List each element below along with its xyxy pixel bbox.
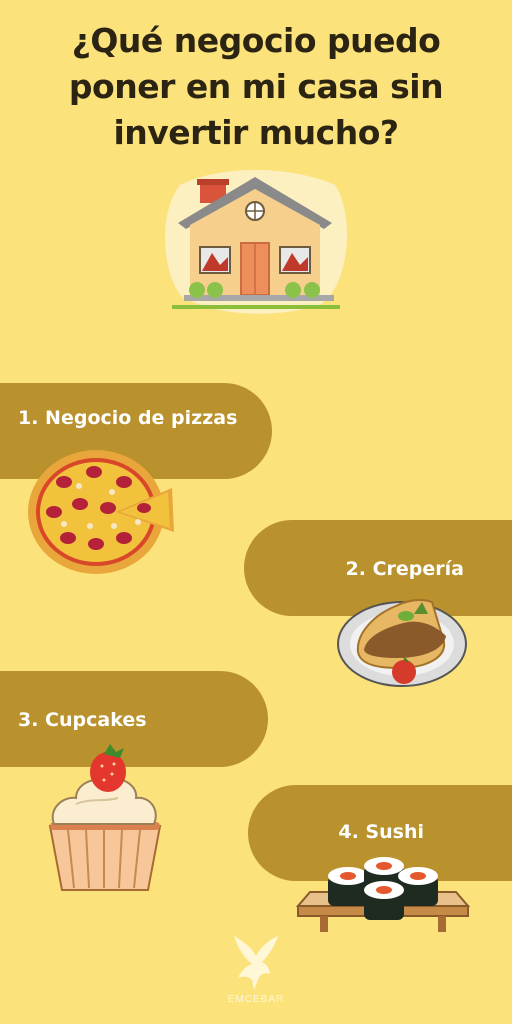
title-line-2: poner en mi casa sin (68, 67, 444, 106)
house-icon (165, 170, 347, 314)
sushi-icon (295, 857, 471, 932)
item-pizza-label: 1. Negocio de pizzas (18, 407, 238, 429)
pizza-icon (28, 450, 174, 574)
cupcake-icon (48, 744, 162, 891)
title-line-1: ¿Qué negocio puedo (71, 21, 441, 60)
crepe-icon (337, 598, 467, 687)
item-cupcakes-label: 3. Cupcakes (18, 709, 147, 731)
eagle-icon (234, 936, 278, 990)
brand-name: EMCEBAR (227, 994, 285, 1005)
item-creperia-label: 2. Crepería (345, 558, 464, 580)
title-line-3: invertir mucho? (113, 113, 399, 152)
item-sushi-label: 4. Sushi (338, 821, 424, 843)
page-title: ¿Qué negocio puedo poner en mi casa sin … (0, 18, 512, 156)
